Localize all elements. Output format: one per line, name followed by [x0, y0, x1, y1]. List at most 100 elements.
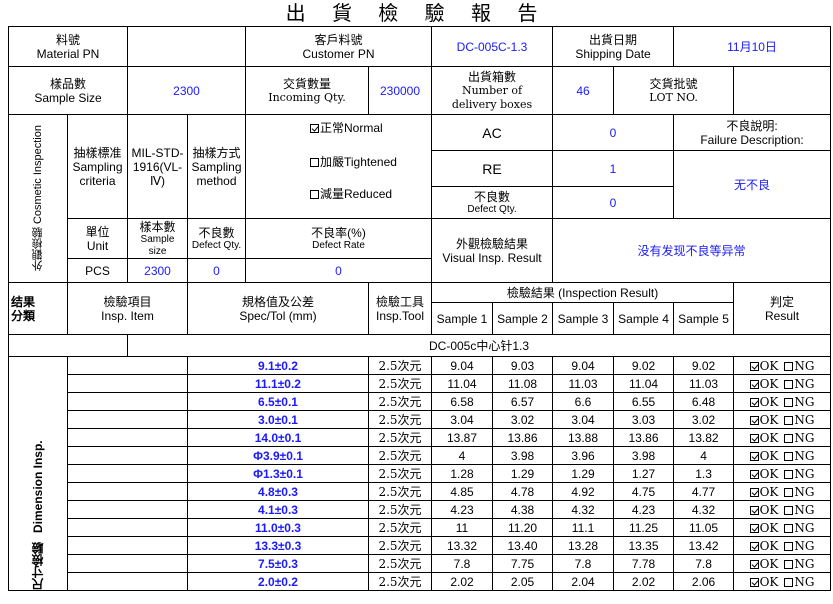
judge-cell: OK NG — [733, 356, 832, 375]
option-reduced[interactable]: 減量Reduced — [248, 187, 429, 201]
sample-value-cell: 4.23 — [431, 500, 493, 519]
ng-checkbox-icon[interactable] — [784, 505, 794, 515]
ng-checkbox-icon[interactable] — [784, 433, 794, 443]
sample-value-cell: 9.03 — [491, 356, 554, 375]
ok-checkbox-icon[interactable] — [749, 379, 759, 389]
judge-cell: OK NG — [733, 464, 832, 483]
table-row: 4.8±0.3 2.5次元 4.85 4.78 4.92 4.75 4.77 OK NG — [9, 482, 832, 501]
sample-value-cell: 13.40 — [491, 536, 554, 555]
judge-cell: OK NG — [733, 410, 832, 429]
spec-cell: 9.1±0.2 — [187, 356, 369, 375]
table-row: 2.0±0.2 2.5次元 2.02 2.05 2.04 2.02 2.06 OK NG — [9, 572, 832, 591]
ok-checkbox-icon[interactable] — [749, 361, 759, 371]
ng-checkbox-icon[interactable] — [784, 379, 794, 389]
ok-checkbox-icon[interactable] — [749, 487, 759, 497]
material-pn-label: 料號 Material PN — [8, 26, 128, 67]
ok-checkbox-icon[interactable] — [749, 505, 759, 515]
ok-checkbox-icon[interactable] — [749, 469, 759, 479]
ng-checkbox-icon[interactable] — [784, 451, 794, 461]
header-row-1: 料號 Material PN 客戶料號 Customer PN DC-005C-… — [8, 26, 832, 67]
ok-checkbox-icon[interactable] — [749, 559, 759, 569]
ok-label: OK — [759, 394, 779, 409]
ng-checkbox-icon[interactable] — [784, 361, 794, 371]
table-row: 6.5±0.1 2.5次元 6.58 6.57 6.6 6.55 6.48 OK NG — [9, 392, 832, 411]
insp-item-cell — [67, 572, 188, 591]
sample-value-cell: 6.48 — [673, 392, 735, 411]
tool-cell: 2.5次元 — [368, 572, 432, 591]
ng-checkbox-icon[interactable] — [784, 469, 794, 479]
sample-value-cell: 2.06 — [673, 572, 735, 591]
ok-checkbox-icon[interactable] — [749, 523, 759, 533]
spec-cell: 11.1±0.2 — [187, 374, 369, 393]
sample-value-cell: 4.85 — [431, 482, 493, 501]
ng-checkbox-icon[interactable] — [784, 487, 794, 497]
re-value: 1 — [552, 150, 675, 187]
defect-qty-label: 不良數 Defect Qty. — [430, 186, 554, 219]
tool-cell: 2.5次元 — [368, 518, 432, 537]
ok-checkbox-icon[interactable] — [749, 433, 759, 443]
ok-checkbox-icon[interactable] — [749, 451, 759, 461]
ok-label: OK — [759, 376, 779, 391]
sample-value-cell: 11.1 — [552, 518, 615, 537]
insp-item-header: 檢驗項目 Insp. Item — [67, 282, 188, 335]
ng-checkbox-icon[interactable] — [784, 577, 794, 587]
tool-cell: 2.5次元 — [368, 464, 432, 483]
option-normal[interactable]: 正常Normal — [248, 121, 429, 135]
visual-result-label: 外觀檢驗結果 Visual Insp. Result — [430, 218, 554, 283]
ok-checkbox-icon[interactable] — [749, 541, 759, 551]
sample-value-cell: 1.27 — [613, 464, 675, 483]
spec-cell: 2.0±0.2 — [187, 572, 369, 591]
ok-checkbox-icon[interactable] — [749, 397, 759, 407]
sample-value-cell: 13.28 — [552, 536, 615, 555]
cosmetic-row-4: 單位 Unit 樣本數 Sample size 不良數 Defect Qty. … — [9, 218, 832, 283]
ng-label: NG — [794, 448, 815, 463]
sample-5-header: Sample 5 — [673, 302, 735, 335]
insp-item-cell — [67, 410, 188, 429]
tool-cell: 2.5次元 — [368, 410, 432, 429]
ng-checkbox-icon[interactable] — [784, 559, 794, 569]
ok-checkbox-icon[interactable] — [749, 415, 759, 425]
spec-cell: 3.0±0.1 — [187, 410, 369, 429]
ac-value: 0 — [552, 114, 675, 151]
checkbox-empty-icon[interactable] — [310, 190, 319, 199]
insp-item-cell — [67, 356, 188, 375]
ng-checkbox-icon[interactable] — [784, 415, 794, 425]
sample-value-cell: 13.88 — [552, 428, 615, 447]
part-name: DC-005c中心针1.3 — [126, 334, 832, 357]
insp-item-cell — [67, 500, 188, 519]
ng-checkbox-icon[interactable] — [784, 523, 794, 533]
defect-qty-value: 0 — [552, 186, 675, 219]
insp-item-cell — [67, 464, 188, 483]
sample-value-cell: 3.98 — [613, 446, 675, 465]
ok-label: OK — [759, 520, 779, 535]
dimension-section-label: 尺寸檢驗 Dimension Insp. — [8, 356, 68, 591]
option-tightened[interactable]: 加嚴Tightened — [248, 155, 429, 169]
sample-value-cell: 3.96 — [552, 446, 615, 465]
lot-value — [733, 66, 832, 115]
ac-label: AC — [430, 114, 554, 151]
sample-value-cell: 13.82 — [673, 428, 735, 447]
ng-label: NG — [794, 412, 815, 427]
checkbox-checked-icon[interactable] — [310, 124, 319, 133]
judge-cell: OK NG — [733, 518, 832, 537]
sample-value-cell: 1.3 — [673, 464, 735, 483]
tool-header: 檢驗工具 Insp.Tool — [368, 282, 432, 335]
judge-header: 判定 Result — [733, 282, 832, 335]
shipping-date-value: 11月10日 — [673, 26, 832, 67]
judge-cell: OK NG — [733, 392, 832, 411]
sample-value-cell: 11.20 — [491, 518, 554, 537]
insp-item-cell — [67, 518, 188, 537]
dimension-header-row-1: 结果 分類 檢驗項目 Insp. Item 規格值及公差 Spec/Tol (m… — [8, 282, 832, 335]
ng-checkbox-icon[interactable] — [784, 397, 794, 407]
sample-value-cell: 1.28 — [431, 464, 493, 483]
header-row-2: 樣品數 Sample Size 2300 交貨數量 Incoming Qty. … — [8, 66, 832, 115]
cosmetic-row-1: 外觀檢驗 Cosmetic Inspection 抽樣標准 Sampling c… — [8, 114, 832, 283]
judge-cell: OK NG — [733, 482, 832, 501]
sample-value-cell: 4.92 — [552, 482, 615, 501]
ok-checkbox-icon[interactable] — [749, 577, 759, 587]
checkbox-empty-icon[interactable] — [310, 158, 319, 167]
sample-count-value: 2300 — [127, 258, 188, 283]
ng-checkbox-icon[interactable] — [784, 541, 794, 551]
category-label: 结果 分類 — [8, 282, 68, 335]
table-row: 4.1±0.3 2.5次元 4.23 4.38 4.32 4.23 4.32 OK NG — [9, 500, 832, 519]
